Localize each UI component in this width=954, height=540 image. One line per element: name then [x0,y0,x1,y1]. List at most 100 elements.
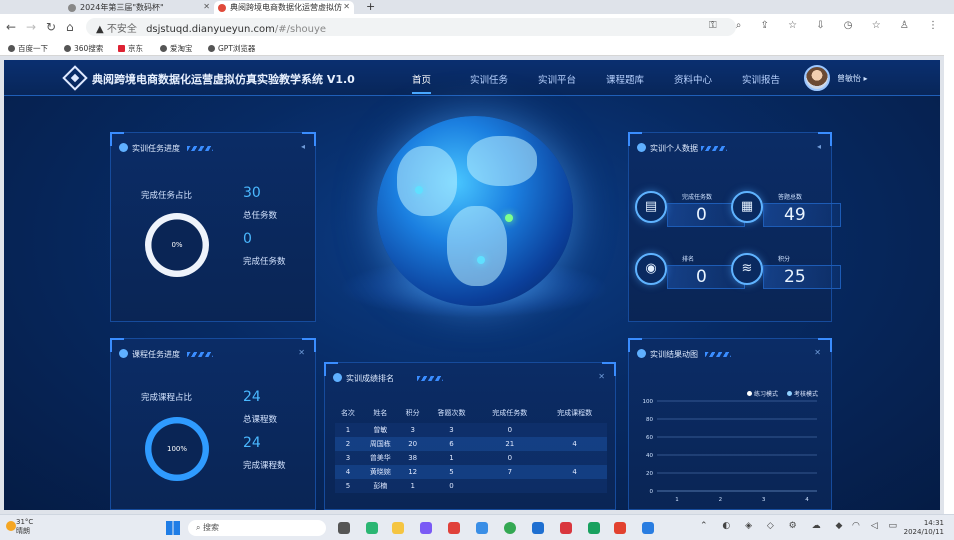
app-icon[interactable] [476,522,488,534]
network-volume-icons[interactable]: ◠ ◁ ▭ [852,521,901,531]
panel-title: 课程任务进度 [119,349,180,360]
close-icon[interactable]: ✕ [203,2,210,11]
cell-answers: 5 [425,465,478,479]
column-header: 姓名 [373,409,388,417]
document-icon: ▦ [731,191,763,223]
taskview-icon[interactable] [338,522,350,534]
weather-text: 晴朗 [16,527,30,535]
url-path: /#/shouye [274,24,327,35]
column-header: 积分 [405,409,420,417]
personal-data-panel: 实训个人数据 ◂ ▤ 完成任务数 0 ▦ 答题总数 49 ◉ 排名 0 ≋ 积分… [628,132,841,322]
x-tick-label: 1 [675,497,679,503]
trend-chart: 100 80 60 40 20 0 1 2 3 4 [643,399,817,503]
cell-courses [542,451,607,465]
panel-title: 实训成绩排名 [333,373,394,384]
warning-icon: ▲ [96,24,107,35]
nav-question-bank[interactable]: 课程题库 [606,72,644,86]
stat-points: 积分 25 [763,256,841,289]
panel-title: 实训结果动图 [637,349,698,360]
bookmark-item[interactable]: 360搜索 [64,43,103,54]
close-icon[interactable]: ✕ [343,2,350,11]
system-tray-icons[interactable]: ⌃ ◐ ◈ ◇ ⚙ ☁ ◆ [700,521,848,531]
column-header: 完成任务数 [492,409,528,417]
browser-tab-active[interactable]: 典阅跨境电商数据化运营虚拟仿 ✕ [214,1,354,14]
collapse-icon[interactable]: ◂ [301,142,305,151]
globe-land [467,136,537,186]
close-icon[interactable]: ✕ [598,372,605,381]
bookmark-icon [118,45,125,52]
app-icon[interactable] [642,522,654,534]
title-decoration [417,376,443,381]
title-decoration [705,352,731,357]
table-row[interactable]: 2 周国栋 20 6 21 4 [335,437,607,451]
folder-icon[interactable] [392,522,404,534]
stat-value: 0 [696,205,707,225]
table-row[interactable]: 3 曾美华 38 1 0 [335,451,607,465]
y-tick-label: 100 [643,399,654,405]
nav-resources[interactable]: 资料中心 [674,72,712,86]
clock-time: 14:31 [923,519,944,527]
clock-date: 2024/10/11 [903,528,944,536]
table-row[interactable]: 4 黄晓婉 12 5 7 4 [335,465,607,479]
taskbar-search[interactable]: ⌕ 搜索 [188,520,326,536]
home-icon[interactable]: ⌂ [66,20,74,34]
ranking-panel: 实训成绩排名 ✕ 名次 姓名 积分 答题次数 完成任务数 完成课程数 1 曾敏 … [324,362,616,510]
collapse-icon[interactable]: ◂ [817,142,821,151]
title-decoration [701,146,727,151]
total-tasks-value: 30 [243,185,261,201]
nav-training-platform[interactable]: 实训平台 [538,72,576,86]
app-icon[interactable] [588,522,600,534]
weather-widget[interactable]: 31°C 晴朗 [16,518,33,536]
globe-marker [505,214,513,222]
cell-tasks: 21 [477,437,543,451]
done-tasks-value: 0 [243,231,252,247]
title-decoration [187,146,213,151]
cell-courses: 4 [542,437,607,451]
y-tick-label: 20 [646,471,653,477]
browser-toolbar-icons[interactable]: ⚿ ⌕ ⇪ ☆ ⇩ ◷ ☆ ♙ ⋮ [709,20,946,31]
table-row[interactable]: 5 彭楠 1 0 [335,479,607,493]
user-menu[interactable]: 曾敏怡 ▸ [837,73,868,84]
app-icon[interactable] [448,522,460,534]
cell-answers: 6 [425,437,478,451]
back-icon[interactable]: ← [6,20,16,34]
url-field[interactable]: ▲ 不安全 dsjstuqd.dianyueyun.com/#/shouye [86,18,736,36]
app-icon[interactable] [560,522,572,534]
windows-start-icon[interactable] [166,521,180,535]
close-icon[interactable]: ✕ [298,348,305,357]
done-courses-label: 完成课程数 [243,461,286,471]
chrome-icon[interactable] [504,522,516,534]
forward-icon[interactable]: → [26,20,36,34]
done-courses-value: 24 [243,435,261,451]
browser-tab[interactable]: 2024年第三届"数码杯" ✕ [64,1,214,14]
nav-home[interactable]: 首页 [412,72,432,94]
tab-title: 2024年第三届"数码杯" [80,3,164,12]
cell-points: 1 [399,479,426,493]
total-tasks-label: 总任务数 [243,211,278,221]
table-header-row: 名次 姓名 积分 答题次数 完成任务数 完成课程数 [335,403,607,423]
app-icon[interactable] [420,522,432,534]
cell-name: 黄晓婉 [360,465,400,479]
cell-points: 38 [399,451,426,465]
bookmark-item[interactable]: 京东 [118,43,143,54]
bookmark-item[interactable]: GPT浏览器 [208,43,255,54]
nav-reports[interactable]: 实训报告 [742,72,780,86]
new-tab-icon[interactable]: + [366,0,375,13]
clock[interactable]: 14:31 2024/10/11 [904,519,944,537]
edge-icon[interactable] [366,522,378,534]
user-name: 曾敏怡 [837,74,861,83]
x-tick-label: 2 [719,497,723,503]
table-row[interactable]: 1 曾敏 3 3 0 [335,423,607,437]
close-icon[interactable]: ✕ [814,348,821,357]
bookmark-item[interactable]: 爱淘宝 [160,43,193,54]
wps-icon[interactable] [614,522,626,534]
total-courses-label: 总课程数 [243,415,278,425]
nav-training-tasks[interactable]: 实训任务 [470,72,508,86]
bookmark-item[interactable]: 百度一下 [8,43,48,54]
bookmark-icon [64,45,71,52]
cell-name: 曾敏 [360,423,400,437]
weather-icon [6,521,16,531]
reload-icon[interactable]: ↻ [46,20,56,34]
app-icon[interactable] [532,522,544,534]
avatar[interactable] [804,65,830,91]
